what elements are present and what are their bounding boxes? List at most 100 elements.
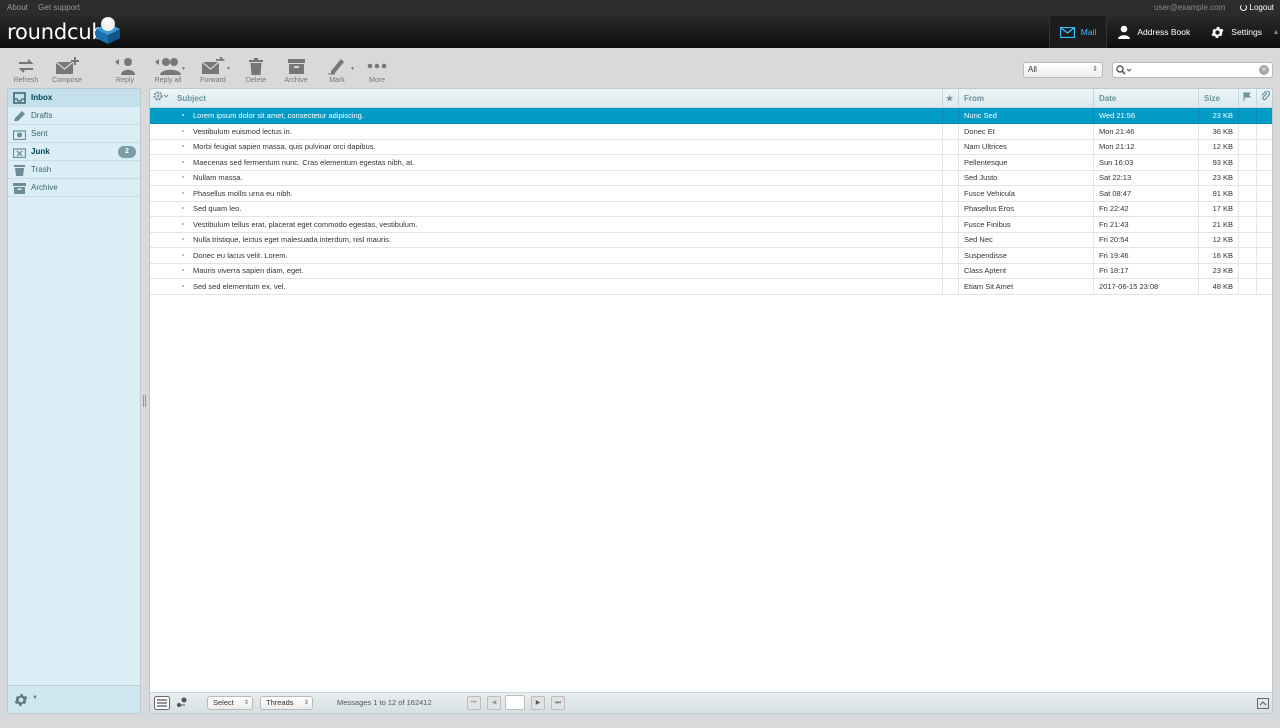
gear-icon[interactable] bbox=[13, 692, 29, 708]
chevron-down-icon[interactable]: ▼ bbox=[32, 695, 38, 701]
person-icon bbox=[1118, 25, 1131, 39]
table-row[interactable]: Nullam massa. Sed Justo Sat 22:13 23 KB bbox=[150, 170, 1272, 186]
folder-junk[interactable]: Junk 2 bbox=[8, 143, 140, 161]
next-page-button[interactable]: ▶ bbox=[531, 696, 545, 710]
message-subject[interactable]: Lorem ipsum dolor sit amet, consectetur … bbox=[172, 108, 942, 123]
message-from: Class Aptent bbox=[958, 263, 1093, 278]
nav-mail[interactable]: Mail bbox=[1048, 16, 1108, 48]
table-row[interactable]: Donec eu lacus velit. Lorem. Suspendisse F… bbox=[150, 247, 1272, 264]
reply-all-button[interactable]: Reply all ▼ bbox=[148, 56, 188, 84]
message-flag-cell bbox=[942, 185, 958, 201]
threads-dropdown[interactable]: Threads ⇕ bbox=[260, 696, 313, 710]
message-subject[interactable]: Mauris viverra sapien diam, eget. bbox=[172, 263, 942, 278]
prev-page-button[interactable]: ◀ bbox=[487, 696, 501, 710]
table-row[interactable]: Sed sed elementum ex, vel. Etiam Sit Amet… bbox=[150, 278, 1272, 295]
select-dropdown-label: Select bbox=[213, 698, 234, 707]
message-subject[interactable]: Nullam massa. bbox=[172, 170, 942, 185]
message-flag-cell bbox=[942, 247, 958, 263]
refresh-button[interactable]: Refresh bbox=[6, 56, 46, 84]
pencil-icon bbox=[14, 111, 25, 121]
first-page-button[interactable]: ⏮ bbox=[467, 696, 481, 710]
column-from[interactable]: From bbox=[958, 89, 1093, 108]
message-subject[interactable]: Phasellus mollis urna eu nibh. bbox=[172, 186, 942, 201]
forward-dropdown-icon[interactable]: ▼ bbox=[226, 66, 231, 72]
message-subject[interactable]: Sed quam leo. bbox=[172, 201, 942, 216]
compose-button[interactable]: Compose bbox=[47, 56, 87, 84]
message-from: Donec Et bbox=[958, 123, 1093, 139]
table-row[interactable]: Morbi feugiat sapien massa, quis pulvina… bbox=[150, 139, 1272, 155]
mark-button[interactable]: Mark ▼ bbox=[317, 56, 357, 84]
toggle-preview-icon[interactable] bbox=[1257, 698, 1269, 709]
table-row[interactable]: Nulla tristique, lectus eget malesuada i… bbox=[150, 232, 1272, 248]
star-icon: ★ bbox=[946, 94, 954, 103]
message-flag-status bbox=[1238, 154, 1256, 170]
column-size[interactable]: Size bbox=[1198, 89, 1238, 108]
forward-button[interactable]: Forward ▼ bbox=[193, 56, 233, 84]
panel-splitter-handle[interactable] bbox=[143, 395, 146, 407]
message-size: 12 KB bbox=[1198, 139, 1238, 154]
message-subject[interactable]: Vestibulum euismod lectus in. bbox=[172, 124, 942, 139]
select-dropdown[interactable]: Select ⇕ bbox=[207, 696, 253, 710]
last-page-button[interactable]: ⏭ bbox=[551, 696, 565, 710]
archive-button[interactable]: Archive bbox=[276, 56, 316, 84]
nav-settings[interactable]: Settings bbox=[1200, 16, 1272, 48]
nav-addressbook[interactable]: Address Book bbox=[1107, 16, 1200, 48]
message-list-panel: Subject ★ From Date Size Lorem ipsum dol… bbox=[149, 88, 1273, 714]
message-size: 23 KB bbox=[1198, 263, 1238, 278]
message-subject[interactable]: Donec eu lacus velit. Lorem. bbox=[172, 248, 942, 263]
reply-all-dropdown-icon[interactable]: ▼ bbox=[181, 66, 186, 72]
list-view-icon[interactable] bbox=[154, 696, 170, 710]
message-attachment-status bbox=[1256, 123, 1272, 139]
message-subject[interactable]: Maecenas sed fermentum nunc. Cras elemen… bbox=[172, 155, 942, 170]
search-input[interactable] bbox=[1135, 64, 1251, 76]
column-flag[interactable] bbox=[1238, 89, 1256, 108]
column-date[interactable]: Date bbox=[1093, 89, 1198, 108]
about-link[interactable]: About bbox=[7, 3, 28, 12]
delete-button[interactable]: Delete bbox=[236, 56, 276, 84]
table-row[interactable]: Sed quam leo. Phasellus Eros Fri 22:42 17 K… bbox=[150, 201, 1272, 217]
table-row[interactable]: Maecenas sed fermentum nunc. Cras elemen… bbox=[150, 154, 1272, 171]
search-icon[interactable] bbox=[1116, 65, 1132, 75]
page-number-input[interactable] bbox=[505, 695, 525, 710]
last-page-icon: ⏭ bbox=[555, 700, 561, 706]
column-subject[interactable]: Subject bbox=[172, 89, 942, 108]
column-attachment[interactable] bbox=[1256, 89, 1272, 108]
message-from: Phasellus Eros bbox=[958, 201, 1093, 216]
message-size: 16 KB bbox=[1198, 247, 1238, 263]
mark-dropdown-icon[interactable]: ▼ bbox=[350, 66, 355, 72]
table-row[interactable]: Vestibulum tellus erat, placerat eget co… bbox=[150, 216, 1272, 233]
message-subject[interactable]: Morbi feugiat sapien massa, quis pulvina… bbox=[172, 139, 942, 154]
message-flag-cell bbox=[942, 154, 958, 170]
message-flag-cell bbox=[942, 263, 958, 278]
folder-archive[interactable]: Archive bbox=[8, 179, 140, 197]
folder-sent[interactable]: Sent bbox=[8, 125, 140, 143]
message-from: Etiam Sit Amet bbox=[958, 278, 1093, 294]
header-collapse-icon[interactable]: ▲ bbox=[1272, 16, 1280, 48]
forward-icon bbox=[201, 57, 225, 74]
table-row[interactable]: Phasellus mollis urna eu nibh. Fusce Vehi… bbox=[150, 185, 1272, 202]
logo[interactable]: roundcube bbox=[7, 17, 120, 45]
message-date: Fri 22:42 bbox=[1093, 201, 1198, 216]
message-from: Fusce Finibus bbox=[958, 216, 1093, 232]
table-row[interactable]: Lorem ipsum dolor sit amet, consectetur … bbox=[150, 108, 1272, 124]
folder-drafts[interactable]: Drafts bbox=[8, 107, 140, 125]
message-flag-cell bbox=[942, 201, 958, 216]
message-subject[interactable]: Vestibulum tellus erat, placerat eget co… bbox=[172, 217, 942, 232]
folder-inbox[interactable]: Inbox bbox=[8, 89, 140, 107]
reply-button[interactable]: Reply bbox=[105, 56, 145, 84]
column-flagged[interactable]: ★ bbox=[942, 89, 958, 108]
clear-search-icon[interactable]: × bbox=[1259, 65, 1269, 75]
support-link[interactable]: Get support bbox=[38, 3, 80, 12]
message-subject[interactable]: Nulla tristique, lectus eget malesuada i… bbox=[172, 232, 942, 247]
table-row[interactable]: Mauris viverra sapien diam, eget. Class A… bbox=[150, 263, 1272, 279]
message-flag-status bbox=[1238, 170, 1256, 185]
folder-trash[interactable]: Trash bbox=[8, 161, 140, 179]
more-button[interactable]: More bbox=[357, 56, 397, 84]
message-subject[interactable]: Sed sed elementum ex, vel. bbox=[172, 279, 942, 294]
logout-button[interactable]: Logout bbox=[1239, 3, 1274, 12]
threads-toggle-icon[interactable] bbox=[176, 696, 188, 708]
list-options-button[interactable] bbox=[150, 89, 172, 108]
search-filter-select[interactable]: All ⇕ bbox=[1023, 62, 1103, 78]
table-row[interactable]: Vestibulum euismod lectus in. Donec Et Mon… bbox=[150, 123, 1272, 140]
folder-junk-label: Junk bbox=[31, 147, 50, 156]
